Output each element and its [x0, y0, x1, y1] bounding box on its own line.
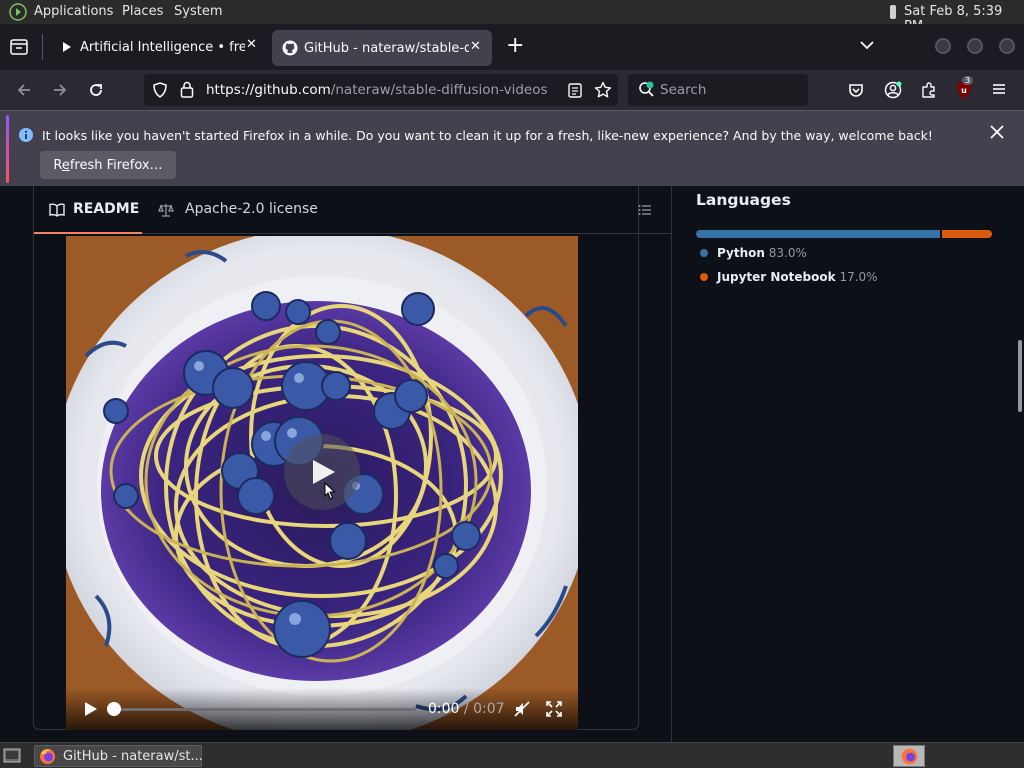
gnome-foot-icon[interactable] — [9, 3, 27, 21]
mouse-cursor-icon — [324, 482, 336, 500]
user-icon[interactable] — [890, 5, 896, 19]
language-item-jupyter[interactable]: Jupyter Notebook 17.0% — [700, 270, 878, 284]
language-dot — [700, 273, 708, 281]
forward-icon[interactable] — [52, 82, 68, 98]
taskbar-window-firefox[interactable]: GitHub - nateraw/st... — [34, 745, 203, 767]
account-icon[interactable] — [884, 81, 902, 99]
url-path: /nateraw/stable-diffusion-videos — [330, 82, 548, 98]
video-player[interactable]: 0:00 / 0:07 — [66, 236, 578, 730]
page-scrollbar[interactable] — [1018, 340, 1022, 412]
url-text: https://github.com/nateraw/stable-diffus… — [206, 82, 548, 98]
time-display: 0:00 / 0:07 — [428, 701, 505, 717]
firefox-icon — [39, 748, 56, 765]
reader-view-icon[interactable] — [568, 83, 582, 98]
ublock-badge: 3 — [962, 76, 974, 85]
tab-readme-label: README — [73, 201, 140, 217]
taskbar: GitHub - nateraw/st... — [0, 742, 1024, 768]
menu-places[interactable]: Places — [122, 4, 163, 19]
new-tab-button[interactable]: + — [506, 35, 524, 57]
languages-section: Languages Python 83.0% Jupyter Notebook … — [696, 186, 996, 306]
lock-icon[interactable] — [180, 81, 194, 98]
book-icon — [49, 203, 65, 217]
language-bar — [696, 230, 992, 238]
notification-accent — [6, 115, 9, 183]
tab-artificial-intelligence[interactable]: Artificial Intelligence • freen ✕ — [56, 24, 264, 70]
firefox-view-icon[interactable] — [10, 39, 28, 55]
url-domain: https://github.com — [206, 82, 331, 98]
info-icon — [18, 127, 34, 143]
hamburger-menu-icon[interactable] — [992, 83, 1006, 95]
minimize-button[interactable] — [935, 38, 951, 54]
notification-close-icon[interactable] — [990, 125, 1004, 139]
notification-bar: It looks like you haven't started Firefo… — [0, 110, 1024, 186]
url-bar[interactable]: https://github.com/nateraw/stable-diffus… — [144, 74, 618, 106]
menu-applications[interactable]: Applications — [34, 4, 113, 19]
language-percent: 83.0% — [768, 246, 807, 260]
reload-icon[interactable] — [88, 82, 104, 98]
taskbar-window-title: GitHub - nateraw/st... — [63, 749, 203, 764]
duration: 0:07 — [473, 701, 505, 717]
video-controls: 0:00 / 0:07 — [66, 688, 578, 730]
language-name: Jupyter Notebook — [717, 270, 836, 284]
play-button-icon[interactable] — [84, 701, 98, 717]
search-engine-icon[interactable] — [638, 81, 656, 99]
fullscreen-icon[interactable] — [546, 701, 562, 717]
tab-close-icon[interactable]: ✕ — [470, 39, 481, 54]
language-name: Python — [717, 246, 765, 260]
bookmark-star-icon[interactable] — [594, 81, 612, 99]
extensions-icon[interactable] — [920, 81, 938, 99]
outline-list-icon[interactable] — [638, 204, 652, 216]
search-input[interactable]: Search — [660, 82, 706, 98]
maximize-button[interactable] — [967, 38, 983, 54]
current-time: 0:00 — [428, 701, 460, 717]
refresh-firefox-label: Refresh Firefox… — [53, 157, 163, 173]
tab-license[interactable]: Apache-2.0 license — [156, 186, 318, 234]
tab-close-icon[interactable]: ✕ — [246, 37, 257, 52]
language-bar-jupyter — [942, 230, 992, 238]
github-page: README Apache-2.0 license 0:00 / 0:07 La… — [0, 186, 1024, 742]
pocket-icon[interactable] — [848, 82, 864, 98]
law-icon — [158, 203, 174, 217]
sidebar-divider — [671, 186, 672, 742]
language-item-python[interactable]: Python 83.0% — [700, 246, 807, 260]
language-dot — [700, 249, 708, 257]
languages-heading: Languages — [696, 191, 791, 209]
shield-icon[interactable] — [152, 82, 168, 98]
tab-readme[interactable]: README — [34, 186, 142, 234]
language-bar-python — [696, 230, 941, 238]
play-icon — [62, 41, 72, 53]
list-tabs-icon[interactable] — [860, 40, 874, 50]
tab-github[interactable]: GitHub - nateraw/stable-dif ✕ — [272, 30, 492, 66]
search-bar[interactable]: Search — [628, 74, 808, 106]
close-window-button[interactable] — [999, 38, 1015, 54]
time-separator: / — [463, 701, 469, 717]
readme-header: README Apache-2.0 license — [34, 186, 672, 234]
seek-handle[interactable] — [107, 702, 121, 716]
menu-system[interactable]: System — [174, 4, 222, 19]
tab-title: GitHub - nateraw/stable-dif — [304, 40, 469, 56]
tab-strip: Artificial Intelligence • freen ✕ GitHub… — [0, 24, 1024, 70]
workspace-switcher[interactable] — [893, 745, 925, 767]
nav-bar: https://github.com/nateraw/stable-diffus… — [0, 70, 1024, 110]
seek-slider[interactable] — [107, 702, 416, 716]
notification-message: It looks like you haven't started Firefo… — [42, 128, 933, 143]
center-play-button[interactable] — [284, 434, 360, 510]
github-icon — [282, 40, 298, 56]
refresh-firefox-button[interactable]: Refresh Firefox… — [40, 151, 176, 179]
top-panel: Applications Places System Sat Feb 8, 5:… — [0, 0, 1024, 34]
tab-title: Artificial Intelligence • freen — [80, 39, 245, 55]
language-percent: 17.0% — [839, 270, 878, 284]
svg-text:u: u — [961, 86, 967, 95]
back-icon[interactable] — [16, 82, 32, 98]
show-desktop-icon[interactable] — [3, 748, 21, 763]
mute-icon[interactable] — [514, 701, 530, 717]
tab-license-label: Apache-2.0 license — [185, 201, 318, 217]
